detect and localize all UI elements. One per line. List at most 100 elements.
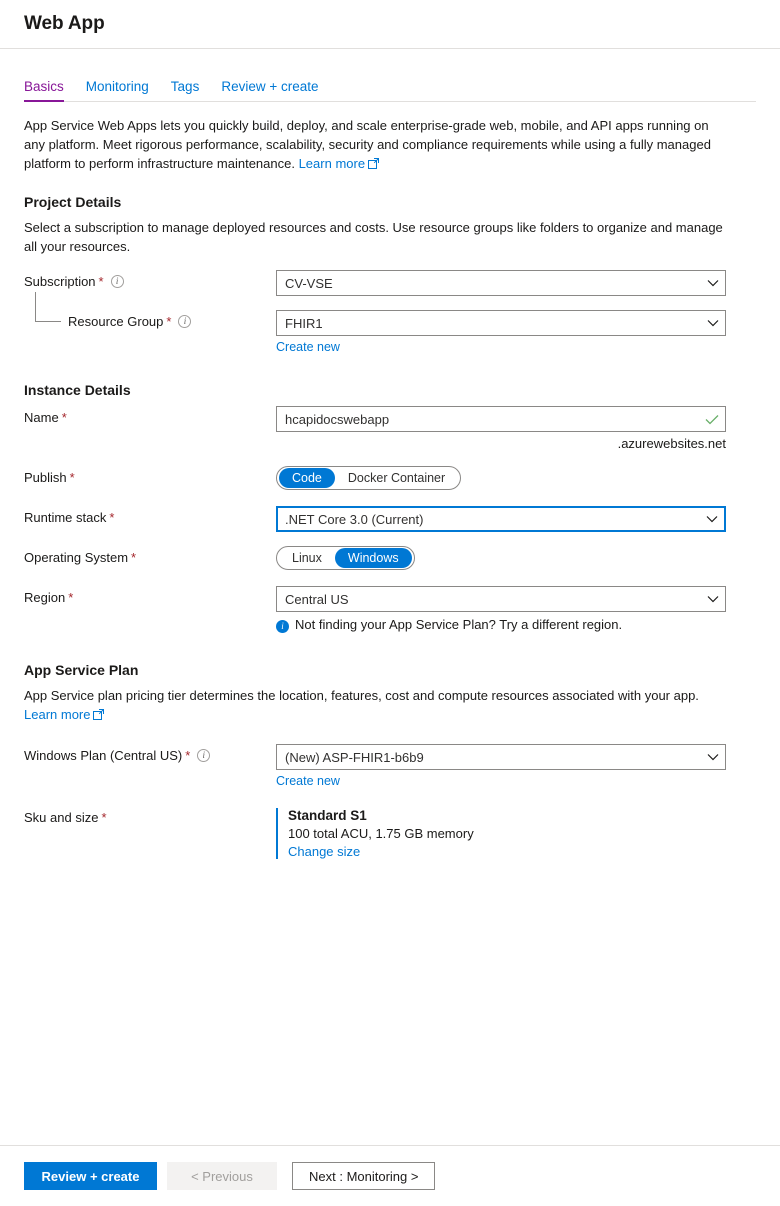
- publish-option-docker-container[interactable]: Docker Container: [335, 468, 458, 488]
- publish-field-cell: Code Docker Container: [276, 466, 756, 490]
- required-asterisk: *: [166, 314, 172, 329]
- page-title: Web App: [24, 13, 105, 34]
- publish-option-code[interactable]: Code: [279, 468, 335, 488]
- create-new-link[interactable]: Create new: [276, 774, 340, 788]
- create-new-link[interactable]: Create new: [276, 340, 340, 354]
- intro-learn-more-label: Learn more: [298, 156, 366, 171]
- tab-basics[interactable]: Basics: [24, 79, 64, 102]
- section-title-app-service-plan: App Service Plan: [24, 662, 139, 678]
- change-size-link[interactable]: Change size: [288, 844, 360, 859]
- field-row-operating-system: Operating System * Linux Windows: [24, 546, 756, 572]
- resource-group-create-new: Create new: [276, 340, 756, 354]
- name-domain-suffix: .azurewebsites.net: [617, 436, 726, 451]
- field-row-publish: Publish * Code Docker Container: [24, 466, 756, 492]
- runtime-stack-select[interactable]: .NET Core 3.0 (Current): [276, 506, 726, 532]
- tree-connector-line: [35, 292, 61, 322]
- operating-system-label: Operating System: [24, 550, 129, 565]
- resource-group-field-cell: FHIR1 Create new: [276, 310, 756, 354]
- sku-and-size-label: Sku and size: [24, 810, 99, 825]
- chevron-down-icon: [707, 279, 719, 287]
- name-field-cell: hcapidocswebapp .azurewebsites.net: [276, 406, 756, 451]
- review-create-button[interactable]: Review + create: [24, 1162, 157, 1190]
- runtime-stack-field-cell: .NET Core 3.0 (Current): [276, 506, 756, 532]
- info-icon[interactable]: i: [178, 315, 192, 328]
- required-asterisk: *: [185, 748, 191, 763]
- region-label-cell: Region *: [24, 586, 276, 605]
- publish-label-cell: Publish *: [24, 466, 276, 485]
- region-select[interactable]: Central US: [276, 586, 726, 612]
- region-info-text: Not finding your App Service Plan? Try a…: [295, 617, 623, 632]
- tab-review-create[interactable]: Review + create: [221, 79, 318, 102]
- region-info-message: i Not finding your App Service Plan? Try…: [276, 617, 756, 633]
- subscription-field-cell: CV-VSE: [276, 270, 756, 296]
- resource-group-label: Resource Group: [68, 314, 164, 329]
- os-option-linux[interactable]: Linux: [279, 548, 335, 568]
- runtime-stack-label-cell: Runtime stack *: [24, 506, 276, 525]
- name-input[interactable]: hcapidocswebapp: [276, 406, 726, 432]
- previous-button: < Previous: [167, 1162, 277, 1190]
- field-row-region: Region * Central US i Not finding your A…: [24, 586, 756, 633]
- region-value: Central US: [285, 591, 349, 607]
- subscription-label-cell: Subscription * i: [24, 270, 276, 289]
- section-title-project-details: Project Details: [24, 194, 122, 210]
- field-row-subscription: Subscription * i CV-VSE: [24, 270, 756, 296]
- wizard-footer: Review + create < Previous Next : Monito…: [0, 1145, 780, 1206]
- app-service-plan-description: App Service plan pricing tier determines…: [24, 686, 724, 725]
- sku-and-size-label-cell: Sku and size *: [24, 806, 276, 825]
- windows-plan-value: (New) ASP-FHIR1-b6b9: [285, 749, 424, 765]
- name-value: hcapidocswebapp: [285, 411, 390, 427]
- external-link-icon: [368, 155, 380, 174]
- form-content: App Service Web Apps lets you quickly bu…: [0, 102, 780, 859]
- resource-group-select[interactable]: FHIR1: [276, 310, 726, 336]
- sku-specs: 100 total ACU, 1.75 GB memory: [288, 826, 474, 841]
- resource-group-value: FHIR1: [285, 315, 323, 331]
- operating-system-field-cell: Linux Windows: [276, 546, 756, 570]
- field-row-sku-and-size: Sku and size * Standard S1 100 total ACU…: [24, 806, 756, 859]
- intro-learn-more-link[interactable]: Learn more: [298, 155, 380, 174]
- runtime-stack-label: Runtime stack: [24, 510, 107, 525]
- field-row-name: Name * hcapidocswebapp .azurewebsites.ne…: [24, 406, 756, 451]
- name-label: Name: [24, 410, 59, 425]
- sku-tier-name: Standard S1: [288, 808, 367, 823]
- publish-label: Publish: [24, 470, 67, 485]
- required-asterisk: *: [131, 550, 137, 565]
- windows-plan-label-cell: Windows Plan (Central US) * i: [24, 744, 276, 763]
- project-details-description: Select a subscription to manage deployed…: [24, 220, 723, 254]
- info-icon[interactable]: i: [197, 749, 211, 762]
- resource-group-label-cell: Resource Group * i: [24, 292, 276, 329]
- required-asterisk: *: [109, 510, 115, 525]
- subscription-label: Subscription: [24, 274, 96, 289]
- section-title-instance-details: Instance Details: [24, 382, 131, 398]
- app-service-plan-learn-more-link[interactable]: Learn more: [24, 706, 105, 725]
- required-asterisk: *: [68, 590, 74, 605]
- subscription-select[interactable]: CV-VSE: [276, 270, 726, 296]
- field-row-windows-plan: Windows Plan (Central US) * i (New) ASP-…: [24, 744, 756, 788]
- intro-paragraph: App Service Web Apps lets you quickly bu…: [24, 116, 724, 174]
- tab-monitoring[interactable]: Monitoring: [86, 79, 149, 102]
- region-field-cell: Central US i Not finding your App Servic…: [276, 586, 756, 633]
- next-monitoring-button[interactable]: Next : Monitoring >: [292, 1162, 436, 1190]
- name-label-cell: Name *: [24, 406, 276, 425]
- required-asterisk: *: [61, 410, 67, 425]
- chevron-down-icon: [707, 753, 719, 761]
- field-row-runtime-stack: Runtime stack * .NET Core 3.0 (Current): [24, 506, 756, 532]
- windows-plan-create-new: Create new: [276, 774, 756, 788]
- required-asterisk: *: [69, 470, 75, 485]
- sku-summary-panel: Standard S1 100 total ACU, 1.75 GB memor…: [276, 808, 756, 859]
- windows-plan-label: Windows Plan (Central US): [24, 748, 183, 763]
- field-row-resource-group: Resource Group * i FHIR1 Create new: [24, 292, 756, 354]
- windows-plan-field-cell: (New) ASP-FHIR1-b6b9 Create new: [276, 744, 756, 788]
- chevron-down-icon: [707, 319, 719, 327]
- tab-tags[interactable]: Tags: [171, 79, 200, 102]
- page-header: Web App: [0, 0, 780, 49]
- windows-plan-select[interactable]: (New) ASP-FHIR1-b6b9: [276, 744, 726, 770]
- sku-and-size-field-cell: Standard S1 100 total ACU, 1.75 GB memor…: [276, 806, 756, 859]
- app-service-plan-learn-more-label: Learn more: [24, 707, 91, 722]
- subscription-value: CV-VSE: [285, 275, 333, 291]
- publish-toggle[interactable]: Code Docker Container: [276, 466, 462, 490]
- info-icon[interactable]: i: [110, 275, 124, 288]
- runtime-stack-value: .NET Core 3.0 (Current): [285, 511, 424, 527]
- external-link-icon: [93, 706, 105, 725]
- os-option-windows[interactable]: Windows: [334, 548, 412, 568]
- operating-system-toggle[interactable]: Linux Windows: [276, 546, 415, 570]
